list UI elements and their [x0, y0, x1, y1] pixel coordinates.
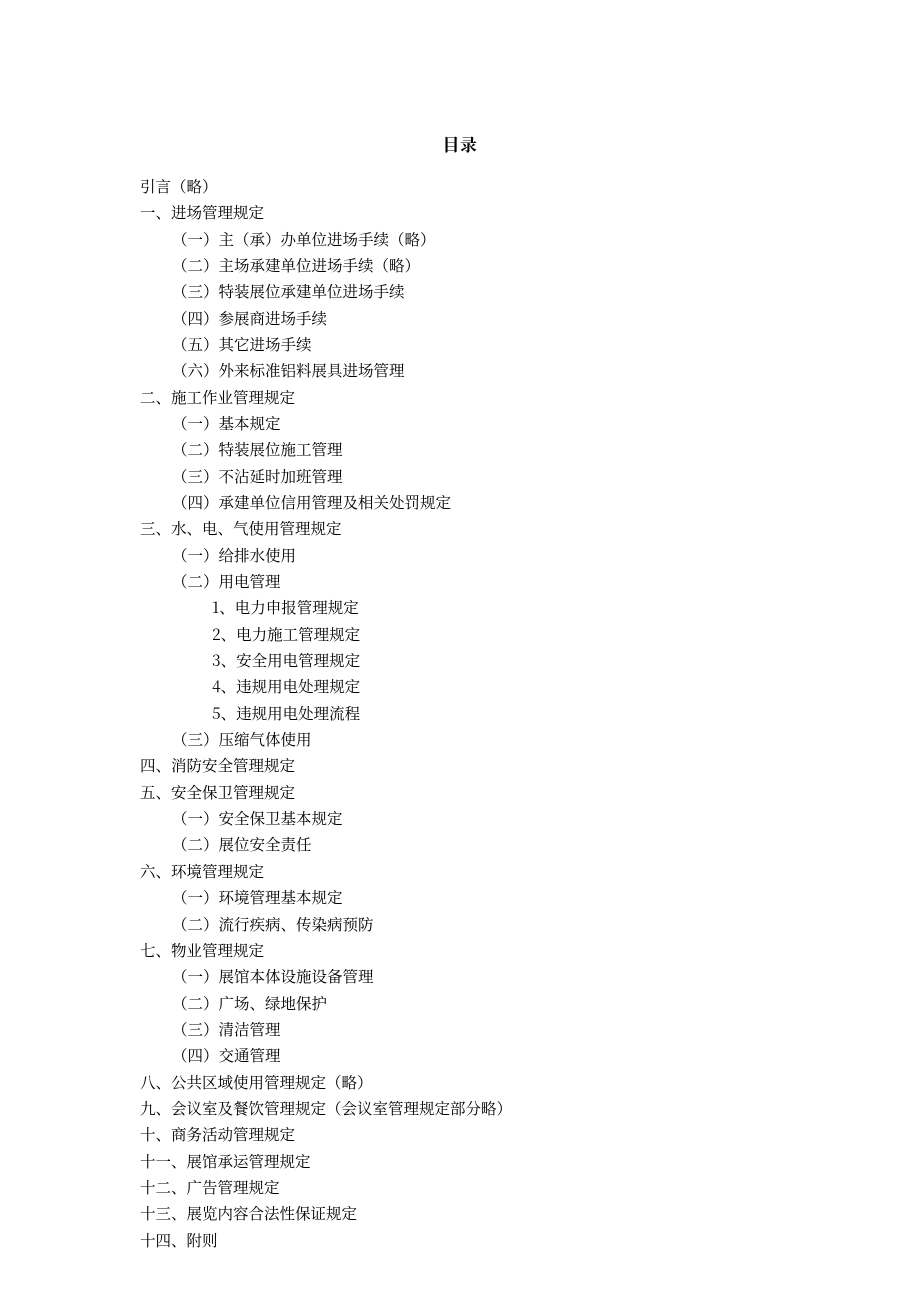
toc-entry: （二）用电管理	[172, 568, 780, 594]
toc-entry: 1、电力申报管理规定	[212, 594, 780, 620]
toc-entry: （二）广场、绿地保护	[172, 990, 780, 1016]
toc-entry: 4、违规用电处理规定	[212, 673, 780, 699]
toc-entry: （一）基本规定	[172, 410, 780, 436]
toc-entry: （一）环境管理基本规定	[172, 884, 780, 910]
toc-entry: （二）主场承建单位进场手续（略）	[172, 252, 780, 278]
toc-entry: （一）主（承）办单位进场手续（略）	[172, 226, 780, 252]
toc-entry: 十四、附则	[140, 1227, 780, 1253]
toc-entry: 二、施工作业管理规定	[140, 384, 780, 410]
toc-entry: （四）参展商进场手续	[172, 305, 780, 331]
toc-entry: （二）展位安全责任	[172, 831, 780, 857]
toc-entry: 3、安全用电管理规定	[212, 647, 780, 673]
toc-entry: 5、违规用电处理流程	[212, 700, 780, 726]
toc-entry: 一、进场管理规定	[140, 199, 780, 225]
toc-entry: （一）安全保卫基本规定	[172, 805, 780, 831]
toc-entry: （三）不沾延时加班管理	[172, 463, 780, 489]
toc-entry: 2、电力施工管理规定	[212, 621, 780, 647]
toc-entry: 十一、展馆承运管理规定	[140, 1148, 780, 1174]
toc-entry: （二）流行疾病、传染病预防	[172, 911, 780, 937]
toc-title: 目录	[140, 130, 780, 159]
toc-entry: 引言（略）	[140, 173, 780, 199]
toc-entry: （一）给排水使用	[172, 542, 780, 568]
toc-entry: （一）展馆本体设施设备管理	[172, 963, 780, 989]
toc-list: 引言（略）一、进场管理规定（一）主（承）办单位进场手续（略）（二）主场承建单位进…	[140, 173, 780, 1253]
toc-entry: （四）交通管理	[172, 1042, 780, 1068]
toc-entry: （三）特装展位承建单位进场手续	[172, 278, 780, 304]
toc-entry: 四、消防安全管理规定	[140, 752, 780, 778]
toc-entry: 十三、展览内容合法性保证规定	[140, 1200, 780, 1226]
toc-entry: 十二、广告管理规定	[140, 1174, 780, 1200]
toc-entry: 六、环境管理规定	[140, 858, 780, 884]
toc-entry: （三）清洁管理	[172, 1016, 780, 1042]
toc-entry: （五）其它进场手续	[172, 331, 780, 357]
toc-entry: 十、商务活动管理规定	[140, 1121, 780, 1147]
toc-entry: 七、物业管理规定	[140, 937, 780, 963]
toc-entry: （四）承建单位信用管理及相关处罚规定	[172, 489, 780, 515]
toc-entry: 五、安全保卫管理规定	[140, 779, 780, 805]
toc-entry: 八、公共区域使用管理规定（略）	[140, 1069, 780, 1095]
document-page: 目录 引言（略）一、进场管理规定（一）主（承）办单位进场手续（略）（二）主场承建…	[0, 0, 920, 1302]
toc-entry: （二）特装展位施工管理	[172, 436, 780, 462]
toc-entry: 三、水、电、气使用管理规定	[140, 515, 780, 541]
toc-entry: （六）外来标准铝料展具进场管理	[172, 357, 780, 383]
toc-entry: （三）压缩气体使用	[172, 726, 780, 752]
toc-entry: 九、会议室及餐饮管理规定（会议室管理规定部分略）	[140, 1095, 780, 1121]
